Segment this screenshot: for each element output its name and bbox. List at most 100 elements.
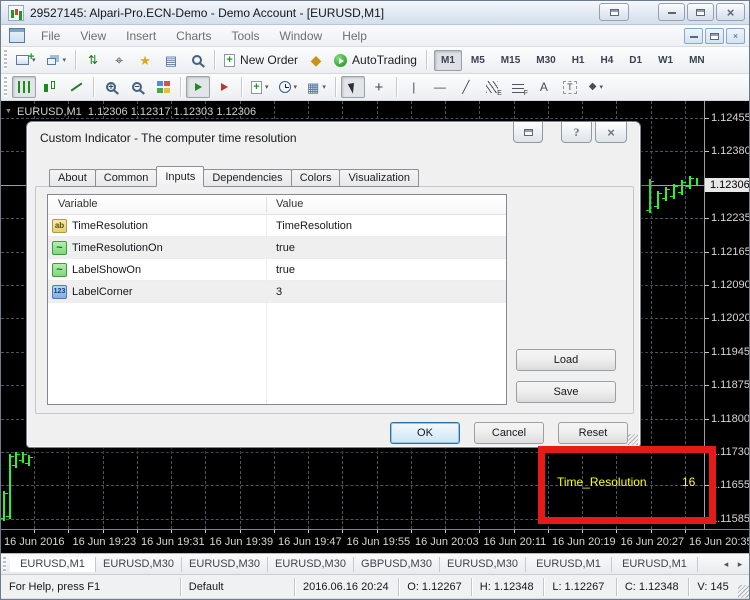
menu-charts[interactable]: Charts <box>166 26 221 46</box>
dialog-help-button[interactable]: ? <box>561 122 592 143</box>
mdi-minimize-button[interactable] <box>684 28 703 44</box>
dropdown-arrow-icon[interactable]: ▾ <box>322 83 326 91</box>
auto-scroll-button[interactable] <box>186 76 210 98</box>
menu-window[interactable]: Window <box>270 26 333 46</box>
save-button[interactable]: Save <box>516 381 616 403</box>
variable-value[interactable]: true <box>276 242 295 254</box>
dialog-close-button[interactable]: × <box>595 122 627 143</box>
tab-dependencies[interactable]: Dependencies <box>203 169 291 187</box>
fibonacci-button[interactable]: F <box>506 76 530 98</box>
table-row[interactable]: ~LabelShowOntrue <box>48 259 506 281</box>
menu-view[interactable]: View <box>70 26 116 46</box>
chart-tab-eurusd-m1[interactable]: EURUSD,M1 <box>612 557 698 572</box>
zoom-in-button[interactable]: + <box>99 76 123 98</box>
variable-value[interactable]: 3 <box>276 286 282 298</box>
expert-advisors-button[interactable]: ◆ <box>304 49 328 71</box>
horizontal-line-button[interactable]: — <box>428 76 452 98</box>
column-header-variable[interactable]: Variable <box>58 198 98 210</box>
line-chart-button[interactable] <box>64 76 88 98</box>
chart-restore-button[interactable] <box>599 3 629 21</box>
toolbar-grip[interactable] <box>4 77 7 97</box>
tabs-scroll-right[interactable]: ▸ <box>733 559 747 570</box>
arrows-button[interactable]: ◆▾ <box>584 76 608 98</box>
candlestick-chart-button[interactable] <box>38 76 62 98</box>
bar-chart-button[interactable] <box>12 76 36 98</box>
tab-about[interactable]: About <box>49 169 96 187</box>
status-profile[interactable]: Default <box>180 578 294 596</box>
timeframe-h4-button[interactable]: H4 <box>594 50 621 71</box>
tab-inputs[interactable]: Inputs <box>156 166 204 187</box>
market-watch-button[interactable]: ⇅ <box>81 49 105 71</box>
chart-shift-button[interactable] <box>212 76 236 98</box>
periods-button[interactable]: ▾ <box>275 76 302 98</box>
timeframe-w1-button[interactable]: W1 <box>651 50 680 71</box>
equidistant-channel-button[interactable]: E <box>480 76 504 98</box>
reset-button[interactable]: Reset <box>558 422 628 444</box>
dropdown-arrow-icon[interactable]: ▾ <box>265 83 269 91</box>
chart-tab-gbpusd-m30[interactable]: GBPUSD,M30 <box>354 557 440 572</box>
resize-grip[interactable] <box>738 585 750 598</box>
text-label-button[interactable]: T <box>558 76 582 98</box>
data-window-button[interactable]: ⌖ <box>107 49 131 71</box>
terminal-button[interactable]: ▤ <box>159 49 183 71</box>
tab-colors[interactable]: Colors <box>291 169 341 187</box>
menu-help[interactable]: Help <box>332 26 377 46</box>
vertical-line-button[interactable]: | <box>402 76 426 98</box>
profiles-button[interactable]: ▾ <box>42 49 71 71</box>
timeframe-m30-button[interactable]: M30 <box>529 50 562 71</box>
tab-visualization[interactable]: Visualization <box>339 169 419 187</box>
dialog-float-button[interactable] <box>513 122 543 143</box>
column-separator[interactable] <box>266 197 267 213</box>
dialog-resize-grip[interactable] <box>627 434 638 445</box>
cursor-button[interactable] <box>341 76 365 98</box>
zoom-out-button[interactable]: − <box>125 76 149 98</box>
dropdown-arrow-icon[interactable]: ▾ <box>294 83 298 91</box>
chart-tab-eurusd-m30[interactable]: EURUSD,M30 <box>96 557 182 572</box>
chart-tab-eurusd-m1[interactable]: EURUSD,M1 <box>10 557 96 572</box>
variable-value[interactable]: TimeResolution <box>276 220 352 232</box>
chart-tab-eurusd-m1[interactable]: EURUSD,M1 <box>526 557 612 572</box>
mdi-close-button[interactable]: × <box>726 28 745 44</box>
timeframe-mn-button[interactable]: MN <box>682 50 712 71</box>
column-header-value[interactable]: Value <box>276 198 303 210</box>
timeframe-m15-button[interactable]: M15 <box>494 50 527 71</box>
chart-tab-eurusd-m30[interactable]: EURUSD,M30 <box>182 557 268 572</box>
table-row[interactable]: 123LabelCorner3 <box>48 281 506 303</box>
indicators-button[interactable]: +▾ <box>247 76 273 98</box>
load-button[interactable]: Load <box>516 349 616 371</box>
templates-button[interactable]: ▦▾ <box>303 76 330 98</box>
strategy-tester-button[interactable] <box>185 49 209 71</box>
timeframe-m5-button[interactable]: M5 <box>464 50 492 71</box>
chart-tab-eurusd-m30[interactable]: EURUSD,M30 <box>440 557 526 572</box>
tile-windows-button[interactable] <box>151 76 175 98</box>
timeframe-h1-button[interactable]: H1 <box>565 50 592 71</box>
ok-button[interactable]: OK <box>390 422 460 444</box>
chart-tab-eurusd-m30[interactable]: EURUSD,M30 <box>268 557 354 572</box>
mdi-restore-button[interactable] <box>705 28 724 44</box>
text-button[interactable]: A <box>532 76 556 98</box>
table-row[interactable]: ~TimeResolutionOntrue <box>48 237 506 259</box>
tabs-scroll-left[interactable]: ◂ <box>719 559 733 570</box>
new-order-button[interactable]: +New Order <box>220 49 302 71</box>
trendline-button[interactable]: ╱ <box>454 76 478 98</box>
menu-tools[interactable]: Tools <box>222 26 270 46</box>
tab-common[interactable]: Common <box>95 169 158 187</box>
navigator-button[interactable]: ★ <box>133 49 157 71</box>
minimize-button[interactable] <box>658 3 685 21</box>
timeframe-m1-button[interactable]: M1 <box>434 50 462 71</box>
table-row[interactable]: abTimeResolutionTimeResolution <box>48 215 506 237</box>
chart-menu-caret-icon[interactable]: ▼ <box>5 108 12 115</box>
autotrading-button[interactable]: AutoTrading <box>330 49 421 71</box>
toolbar-grip[interactable] <box>4 50 7 70</box>
crosshair-button[interactable]: + <box>367 76 391 98</box>
dropdown-arrow-icon[interactable]: ▾ <box>599 83 603 91</box>
menu-file[interactable]: File <box>31 26 70 46</box>
menu-insert[interactable]: Insert <box>116 26 166 46</box>
close-button[interactable]: × <box>716 3 745 21</box>
cancel-button[interactable]: Cancel <box>474 422 544 444</box>
time-axis[interactable]: 16 Jun 201616 Jun 19:2316 Jun 19:3116 Ju… <box>1 529 750 553</box>
maximize-button[interactable] <box>687 3 714 21</box>
new-chart-button[interactable]: +▾ <box>12 49 40 71</box>
variable-value[interactable]: true <box>276 264 295 276</box>
timeframe-d1-button[interactable]: D1 <box>622 50 649 71</box>
